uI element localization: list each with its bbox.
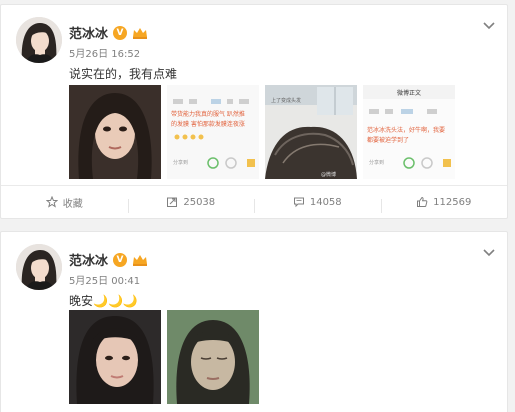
photo-grid: [69, 310, 259, 404]
photo-watermark: @微博: [321, 172, 337, 178]
repost-icon: [167, 197, 178, 207]
photo-caption: 上了变成头发: [271, 98, 302, 104]
screenshot-line: 范冰冰洗头法，好牛啊，我要: [367, 127, 446, 134]
screenshot-line: 都要被迫学到了: [367, 137, 410, 144]
vip-crown-icon: [133, 27, 148, 39]
screenshot-footer: 分享到: [173, 160, 189, 166]
screenshot-header: 微博正文: [396, 90, 421, 97]
comment-icon: [293, 197, 304, 208]
photo-thumbnail[interactable]: 上了变成头发 @微博: [265, 85, 357, 179]
post-timestamp[interactable]: 5月26日 16:52: [69, 45, 140, 60]
weibo-post-card: 范冰冰 V 5月26日 16:52 说实在的，我有点难 带货能力我真的服气 趴然…: [0, 4, 508, 219]
verified-badge-icon: V: [113, 25, 128, 40]
post-text: 晚安🌙🌙🌙: [69, 294, 138, 308]
favorite-button[interactable]: 收藏: [1, 195, 128, 210]
comment-count: 14058: [309, 196, 342, 208]
username-text[interactable]: 范冰冰: [69, 23, 108, 42]
post-text: 说实在的，我有点难: [69, 67, 178, 81]
screenshot-thumbnail[interactable]: 微博正文 范冰冰洗头法，好牛啊，我要 都要被迫学到了 分享到: [363, 85, 455, 179]
username[interactable]: 范冰冰 V: [69, 250, 148, 269]
screenshot-line: 的发膜 害怕那款发膜连夜涨: [171, 121, 245, 128]
screenshot-footer: 分享到: [369, 160, 385, 166]
repost-button[interactable]: 25038: [127, 196, 255, 213]
like-button[interactable]: 112569: [380, 196, 508, 213]
chevron-down-icon[interactable]: [481, 244, 497, 260]
like-count: 112569: [433, 196, 472, 208]
favorite-label: 收藏: [62, 198, 83, 210]
comment-button[interactable]: 14058: [254, 196, 381, 213]
vip-crown-icon: [133, 254, 148, 266]
photo-thumbnail[interactable]: [167, 310, 259, 404]
star-icon: [45, 196, 58, 208]
chevron-down-icon[interactable]: [481, 17, 497, 33]
username-text[interactable]: 范冰冰: [69, 250, 108, 269]
user-avatar[interactable]: [16, 244, 62, 290]
post-action-bar: 收藏 25038 14058 112569: [1, 185, 507, 218]
screenshot-thumbnail[interactable]: 带货能力我真的服气 趴然推 的发膜 害怕那款发膜连夜涨 分享到: [167, 85, 259, 179]
photo-grid: 带货能力我真的服气 趴然推 的发膜 害怕那款发膜连夜涨 分享到 上了变成头发 @…: [69, 85, 455, 179]
user-avatar[interactable]: [16, 17, 62, 63]
post-timestamp[interactable]: 5月25日 00:41: [69, 272, 140, 287]
thumbs-up-icon: [417, 196, 428, 207]
username[interactable]: 范冰冰 V: [69, 23, 148, 42]
verified-badge-icon: V: [113, 252, 128, 267]
screenshot-line: 带货能力我真的服气 趴然推: [171, 111, 245, 118]
photo-thumbnail[interactable]: [69, 310, 161, 404]
repost-count: 25038: [183, 196, 216, 208]
photo-thumbnail[interactable]: [69, 85, 161, 179]
weibo-post-card: 范冰冰 V 5月25日 00:41 晚安🌙🌙🌙: [0, 231, 508, 412]
